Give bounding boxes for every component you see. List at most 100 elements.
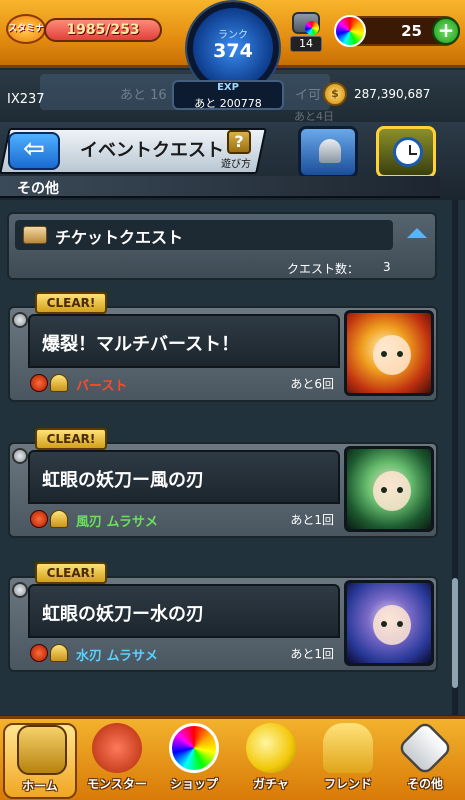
devil-icon xyxy=(30,510,48,528)
quest-name-plate: 虹眼の妖刀ー風の刃 xyxy=(28,450,340,504)
box-count: 14 xyxy=(290,36,322,52)
player-id: IX237 xyxy=(7,92,45,107)
category-label: その他 xyxy=(17,181,59,197)
home-gate-icon xyxy=(17,725,67,775)
bell-icon xyxy=(50,510,68,528)
scrollbar-thumb[interactable] xyxy=(452,578,458,688)
monster-box-button[interactable]: 14 xyxy=(288,8,324,52)
eye xyxy=(381,487,387,493)
stamina-bar: 1985/253 xyxy=(44,18,162,42)
back-button[interactable]: ⇦ xyxy=(8,132,60,170)
clock-hand xyxy=(409,153,417,155)
clock-icon xyxy=(393,137,423,167)
nav-other[interactable]: その他 xyxy=(388,719,462,799)
coin-value: 287,390,687 xyxy=(354,87,431,101)
bell-icon xyxy=(319,139,341,163)
category-bar: その他 xyxy=(0,176,440,198)
portrait-face xyxy=(373,335,411,375)
portrait-face xyxy=(373,471,411,511)
monster-name: バースト xyxy=(76,379,128,394)
portrait-face xyxy=(373,605,411,645)
clear-badge: CLEAR! xyxy=(35,562,107,584)
orb-counter: 25 + xyxy=(334,15,460,47)
nav-label: ガチャ xyxy=(253,777,289,791)
devil-icon xyxy=(30,644,48,662)
stamina-value: 1985/253 xyxy=(66,22,140,38)
quest-footer: 風刃 ムラサメ あと1回 xyxy=(28,506,340,532)
ticket-title-bar: チケットクエスト xyxy=(15,220,393,250)
eye xyxy=(397,621,403,627)
ticket-quest-panel[interactable]: チケットクエスト クエスト数： 3 xyxy=(7,212,437,280)
eye xyxy=(381,351,387,357)
pin-icon xyxy=(12,582,28,598)
monster-portrait xyxy=(344,310,434,396)
other-menu-icon xyxy=(396,719,454,777)
page-title: イベントクエスト xyxy=(80,140,224,161)
pin-icon xyxy=(12,448,28,464)
nav-label: ショップ xyxy=(169,777,218,791)
exp-remaining: あと 200778 xyxy=(194,97,262,110)
dragon-icon xyxy=(92,723,142,773)
bell-icon xyxy=(50,644,68,662)
question-icon: ? xyxy=(227,130,251,154)
coin-icon: $ xyxy=(323,82,347,106)
monster-portrait xyxy=(344,446,434,532)
remaining-count: あと1回 xyxy=(290,513,334,527)
friends-icon xyxy=(323,723,373,773)
quest-list: チケットクエスト クエスト数： 3 CLEAR! 爆裂！マルチバースト！ バース… xyxy=(0,200,465,715)
clear-badge: CLEAR! xyxy=(35,428,107,450)
nav-gacha[interactable]: ガチャ xyxy=(234,723,308,799)
eye xyxy=(381,621,387,627)
nav-home[interactable]: ホーム xyxy=(3,723,77,799)
exp-label: EXP xyxy=(217,82,239,93)
quest-name: 爆裂！マルチバースト！ xyxy=(42,334,240,355)
devil-icon xyxy=(30,374,48,392)
monster-name: 水刃 ムラサメ xyxy=(76,649,158,664)
nav-label: フレンド xyxy=(323,777,372,791)
ticket-icon xyxy=(23,226,47,244)
nav-friend[interactable]: フレンド xyxy=(311,723,385,799)
pin-icon xyxy=(12,312,28,328)
gacha-egg-icon xyxy=(246,723,296,773)
quest-name: 虹眼の妖刀ー風の刃 xyxy=(42,470,204,491)
help-button[interactable]: ? 遊び方 xyxy=(221,130,261,172)
remaining-count: あと6回 xyxy=(290,377,334,391)
quest-count-label: クエスト数： xyxy=(287,262,360,276)
monster-portrait xyxy=(344,580,434,666)
quest-card[interactable]: CLEAR! 爆裂！マルチバースト！ バースト あと6回 xyxy=(8,292,438,402)
bell-button[interactable] xyxy=(298,126,358,178)
clear-badge: CLEAR! xyxy=(35,292,107,314)
rank-value: 374 xyxy=(213,40,253,62)
orb-count: 25 xyxy=(401,22,422,40)
collapse-arrow-icon[interactable] xyxy=(407,228,427,238)
banner-faded-text: あと 16 xyxy=(120,88,167,103)
nav-label: モンスター xyxy=(87,777,147,791)
quest-name: 虹眼の妖刀ー水の刃 xyxy=(42,604,204,625)
box-icon xyxy=(292,12,320,35)
nav-label: ホーム xyxy=(22,779,58,793)
clock-button[interactable] xyxy=(376,126,436,178)
quest-card[interactable]: CLEAR! 虹眼の妖刀ー風の刃 風刃 ムラサメ あと1回 xyxy=(8,428,438,538)
help-label: 遊び方 xyxy=(221,159,251,170)
exp-box: EXP あと 200778 xyxy=(172,80,284,110)
quest-name-plate: 虹眼の妖刀ー水の刃 xyxy=(28,584,340,638)
bottom-nav: ホーム モンスター ショップ ガチャ フレンド その他 xyxy=(0,716,465,800)
quest-footer: 水刃 ムラサメ あと1回 xyxy=(28,640,340,666)
bell-icon xyxy=(50,374,68,392)
nav-monster[interactable]: モンスター xyxy=(80,723,154,799)
banner-faded-text: イ可 xyxy=(295,88,322,103)
nav-label: その他 xyxy=(406,777,443,791)
orb-icon xyxy=(334,15,366,47)
quest-count-value: 3 xyxy=(383,260,391,274)
rank-label: ランク xyxy=(218,30,248,41)
ticket-title: チケットクエスト xyxy=(55,228,184,247)
monster-name: 風刃 ムラサメ xyxy=(76,515,158,530)
quest-card[interactable]: CLEAR! 虹眼の妖刀ー水の刃 水刃 ムラサメ あと1回 xyxy=(8,562,438,672)
gem-icon xyxy=(305,21,319,35)
eye xyxy=(397,487,403,493)
remaining-count: あと1回 xyxy=(290,647,334,661)
buy-orb-button[interactable]: + xyxy=(432,17,460,45)
nav-shop[interactable]: ショップ xyxy=(157,723,231,799)
quest-name-plate: 爆裂！マルチバースト！ xyxy=(28,314,340,368)
stamina-icon: スタミナ xyxy=(6,14,46,44)
